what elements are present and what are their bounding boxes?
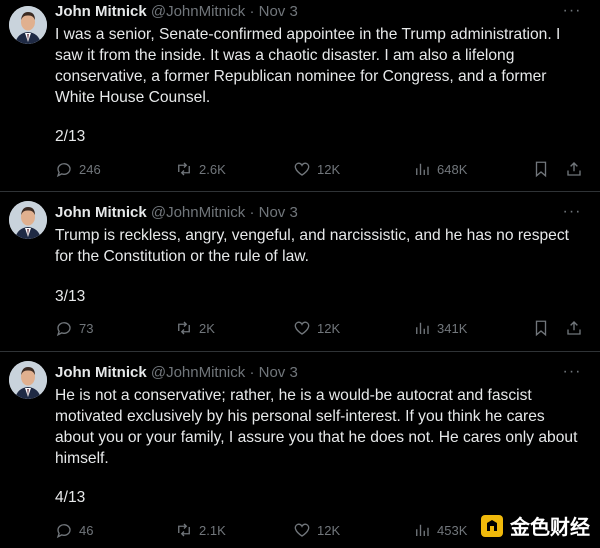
like-button[interactable]: 12K [293,317,340,339]
author-handle[interactable]: @JohnMitnick [151,3,245,20]
bookmark-button[interactable] [532,158,556,180]
views-button[interactable]: 453K [413,519,467,541]
views-count: 341K [437,320,468,336]
tweet-date[interactable]: Nov 3 [259,3,298,20]
retweet-button[interactable]: 2.6K [175,158,226,180]
bookmark-icon [535,320,547,337]
more-icon[interactable]: ··· [562,204,582,225]
thread-counter: 4/13 [55,489,86,506]
bookmark-button[interactable] [532,317,556,339]
retweet-icon [178,321,190,335]
share-button[interactable] [565,317,589,339]
tweet-text: Trump is reckless, angry, vengeful, and … [55,227,569,265]
heart-icon [294,523,310,537]
author-handle[interactable]: @JohnMitnick [151,364,245,381]
like-button[interactable]: 12K [293,519,340,541]
retweet-count: 2K [199,320,215,336]
like-count: 12K [317,161,341,177]
tweet-header: John Mitnick @JohnMitnick · Nov 3 [55,203,298,223]
retweet-count: 2.6K [199,161,226,177]
share-button[interactable] [565,158,589,180]
reply-count: 246 [79,161,101,177]
avatar[interactable] [9,201,47,239]
author-name[interactable]: John Mitnick [55,204,147,221]
retweet-icon [178,523,190,537]
separator-dot: · [249,3,255,20]
heart-icon [294,162,310,176]
bookmark-icon [535,161,547,178]
share-icon [567,162,581,176]
retweet-count: 2.1K [199,522,226,538]
like-count: 12K [317,522,341,538]
views-icon [416,163,429,175]
avatar[interactable] [9,6,47,44]
views-button[interactable]: 648K [413,158,467,180]
tweet-actions: 246 2.6K 12K 648K [55,158,585,180]
retweet-icon [178,162,190,176]
more-icon[interactable]: ··· [562,3,582,24]
reply-button[interactable]: 246 [55,158,101,180]
tweet-actions: 73 2K 12K 341K [55,317,585,339]
author-handle[interactable]: @JohnMitnick [151,204,245,221]
tweet-text: I was a senior, Senate-confirmed appoint… [55,26,561,106]
retweet-button[interactable]: 2.1K [175,519,226,541]
avatar[interactable] [9,361,47,399]
views-icon [416,524,429,536]
author-name[interactable]: John Mitnick [55,3,147,20]
views-button[interactable]: 341K [413,317,467,339]
views-count: 648K [437,161,468,177]
thread-counter: 3/13 [55,288,86,305]
tweet-date[interactable]: Nov 3 [259,204,298,221]
views-icon [416,322,429,334]
more-icon[interactable]: ··· [562,364,582,385]
reply-icon [56,163,71,178]
heart-icon [294,321,310,335]
reply-button[interactable]: 46 [55,519,93,541]
reply-icon [56,524,71,539]
tweet-header: John Mitnick @JohnMitnick · Nov 3 [55,363,298,383]
reply-button[interactable]: 73 [55,317,93,339]
tweet[interactable]: John Mitnick @JohnMitnick · Nov 3 ··· I … [0,0,600,192]
views-count: 453K [437,522,468,538]
reply-count: 73 [79,320,94,336]
retweet-button[interactable]: 2K [175,317,215,339]
tweet-header: John Mitnick @JohnMitnick · Nov 3 [55,2,298,22]
tweet-text: He is not a conservative; rather, he is … [55,387,578,467]
separator-dot: · [249,204,255,221]
separator-dot: · [249,364,255,381]
thread-counter: 2/13 [55,128,86,145]
share-icon [567,321,581,335]
watermark-logo-icon [481,514,503,537]
watermark: 金色财经 [480,511,590,540]
watermark-text: 金色财经 [510,515,590,539]
reply-count: 46 [79,522,94,538]
author-name[interactable]: John Mitnick [55,364,147,381]
like-count: 12K [317,320,341,336]
tweet-date[interactable]: Nov 3 [259,364,298,381]
reply-icon [56,322,71,337]
like-button[interactable]: 12K [293,158,340,180]
tweet[interactable]: John Mitnick @JohnMitnick · Nov 3 ··· Tr… [0,192,600,352]
